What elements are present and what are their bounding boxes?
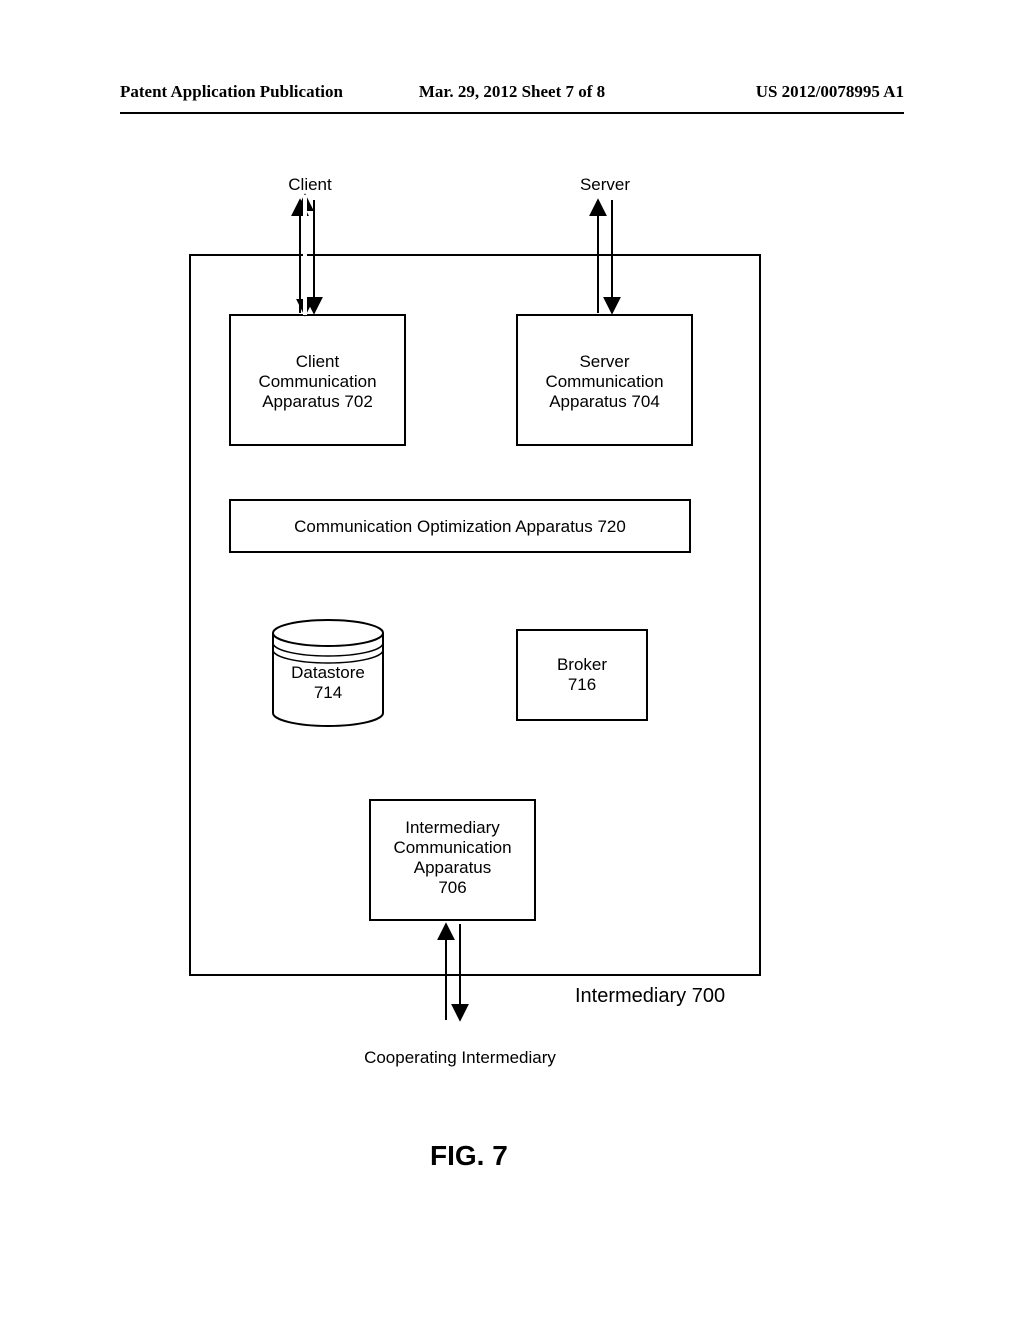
client-comm-line1: Client bbox=[230, 352, 405, 372]
client-label: Client bbox=[270, 175, 350, 195]
figure-diagram bbox=[0, 0, 1024, 1320]
inter-comm-line1: Intermediary bbox=[370, 818, 535, 838]
broker-line1: Broker bbox=[517, 655, 647, 675]
client-comm-line3: Apparatus 702 bbox=[230, 392, 405, 412]
inter-comm-line2: Communication bbox=[370, 838, 535, 858]
comm-opt-label: Communication Optimization Apparatus 720 bbox=[230, 517, 690, 537]
datastore-line1: Datastore bbox=[273, 663, 383, 683]
client-comm-line2: Communication bbox=[230, 372, 405, 392]
server-label: Server bbox=[565, 175, 645, 195]
server-comm-line2: Communication bbox=[517, 372, 692, 392]
inter-comm-line3: Apparatus bbox=[370, 858, 535, 878]
intermediary-700-label: Intermediary 700 bbox=[575, 985, 775, 1008]
server-comm-line3: Apparatus 704 bbox=[517, 392, 692, 412]
inter-comm-line4: 706 bbox=[370, 878, 535, 898]
server-comm-line1: Server bbox=[517, 352, 692, 372]
figure-number: FIG. 7 bbox=[430, 1140, 508, 1172]
datastore-line2: 714 bbox=[273, 683, 383, 703]
broker-line2: 716 bbox=[517, 675, 647, 695]
cooperating-intermediary-label: Cooperating Intermediary bbox=[350, 1048, 570, 1068]
